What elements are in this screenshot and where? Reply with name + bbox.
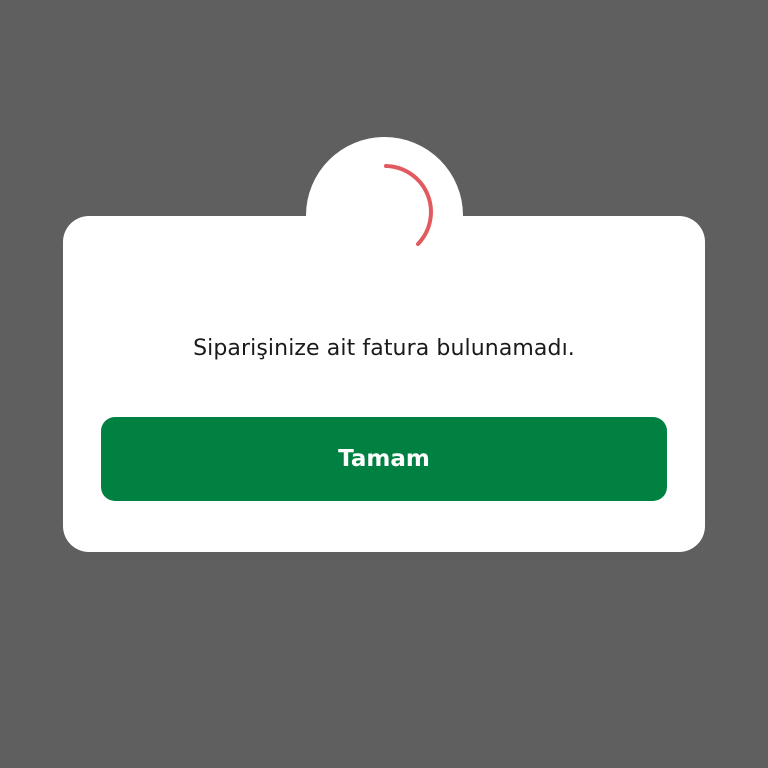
ok-button[interactable]: Tamam <box>101 417 667 501</box>
loading-spinner-icon <box>384 164 433 246</box>
modal-backdrop: Siparişinize ait fatura bulunamadı. Tama… <box>0 0 768 768</box>
dialog-message: Siparişinize ait fatura bulunamadı. <box>193 336 575 361</box>
